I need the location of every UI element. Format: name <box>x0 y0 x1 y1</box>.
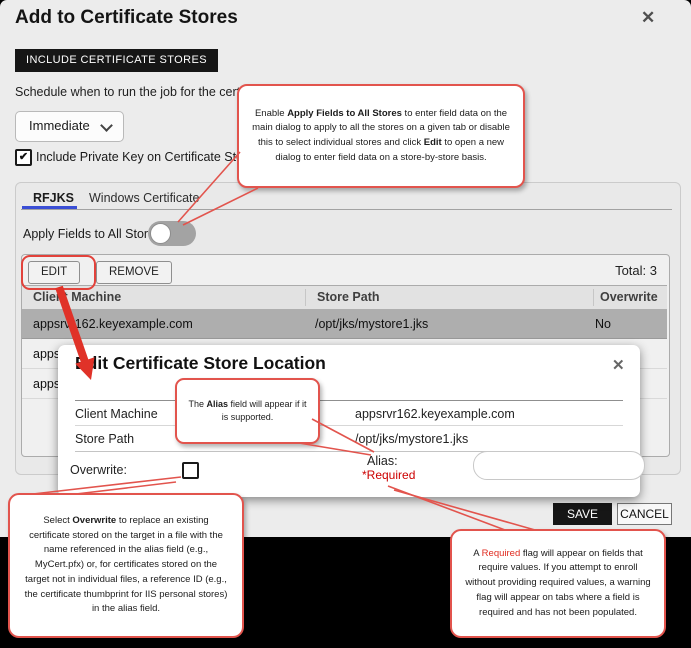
client-machine-value: appsrvr162.keyexample.com <box>355 407 515 421</box>
overwrite-checkbox[interactable] <box>182 462 199 479</box>
include-private-key-checkbox[interactable]: ✔ <box>15 149 32 166</box>
callout-required: A Required flag will appear on fields th… <box>450 529 666 638</box>
apply-fields-label: Apply Fields to All Stores <box>23 227 161 241</box>
cell-client-machine: apps <box>33 347 60 361</box>
alias-label: Alias: <box>367 454 398 468</box>
edit-certificate-store-location-dialog: Edit Certificate Store Location ✕ Client… <box>58 345 640 497</box>
cell-client-machine: apps <box>33 377 60 391</box>
column-store-path: Store Path <box>317 290 380 304</box>
schedule-label: Schedule when to run the job for the cer… <box>15 85 266 99</box>
include-certificate-stores-button[interactable]: INCLUDE CERTIFICATE STORES <box>15 49 218 72</box>
column-separator <box>305 289 306 306</box>
required-flag: *Required <box>362 468 415 482</box>
schedule-select-value: Immediate <box>29 118 90 133</box>
tab-windows-certificate[interactable]: Windows Certificate <box>89 191 199 205</box>
tab-rfjks[interactable]: RFJKS <box>33 191 74 205</box>
store-path-value: /opt/jks/mystore1.jks <box>355 432 468 446</box>
alias-input[interactable] <box>473 451 645 480</box>
overwrite-label: Overwrite: <box>70 463 127 477</box>
column-overwrite: Overwrite <box>600 290 658 304</box>
apply-fields-toggle[interactable] <box>148 221 196 246</box>
column-client-machine: Client Machine <box>33 290 121 304</box>
cancel-button[interactable]: CANCEL <box>617 503 672 525</box>
divider <box>75 425 623 426</box>
column-separator <box>593 289 594 306</box>
store-path-label: Store Path <box>75 432 134 446</box>
chevron-down-icon <box>100 119 113 132</box>
page-title: Add to Certificate Stores <box>15 7 238 29</box>
cell-overwrite: No <box>595 317 611 331</box>
divider <box>75 400 623 401</box>
tab-divider <box>21 209 672 210</box>
checkmark-icon: ✔ <box>19 151 28 163</box>
table-header-row: Client Machine Store Path Overwrite <box>22 285 667 310</box>
schedule-select[interactable]: Immediate <box>15 111 124 142</box>
cell-store-path: /opt/jks/mystore1.jks <box>315 317 428 331</box>
total-count-label: Total: 3 <box>560 263 657 278</box>
edit-button-annotation-ring <box>21 255 96 290</box>
close-icon[interactable]: ✕ <box>612 356 625 374</box>
client-machine-label: Client Machine <box>75 407 158 421</box>
callout-overwrite: Select Overwrite to replace an existing … <box>8 493 244 638</box>
cell-client-machine: appsrvr162.keyexample.com <box>33 317 193 331</box>
edit-dialog-title: Edit Certificate Store Location <box>75 353 326 374</box>
screenshot-stage: Add to Certificate Stores ✕ INCLUDE CERT… <box>0 0 691 648</box>
include-private-key-label: Include Private Key on Certificate Sto <box>36 150 243 164</box>
table-row-selected[interactable]: appsrvr162.keyexample.com /opt/jks/mysto… <box>22 309 667 339</box>
close-icon[interactable]: ✕ <box>641 8 655 28</box>
callout-alias: The Alias field will appear if it is sup… <box>175 378 320 444</box>
toggle-knob <box>150 223 171 244</box>
callout-apply-fields: Enable Apply Fields to All Stores to ent… <box>237 84 525 188</box>
save-button[interactable]: SAVE <box>553 503 612 525</box>
remove-button[interactable]: REMOVE <box>96 261 172 284</box>
